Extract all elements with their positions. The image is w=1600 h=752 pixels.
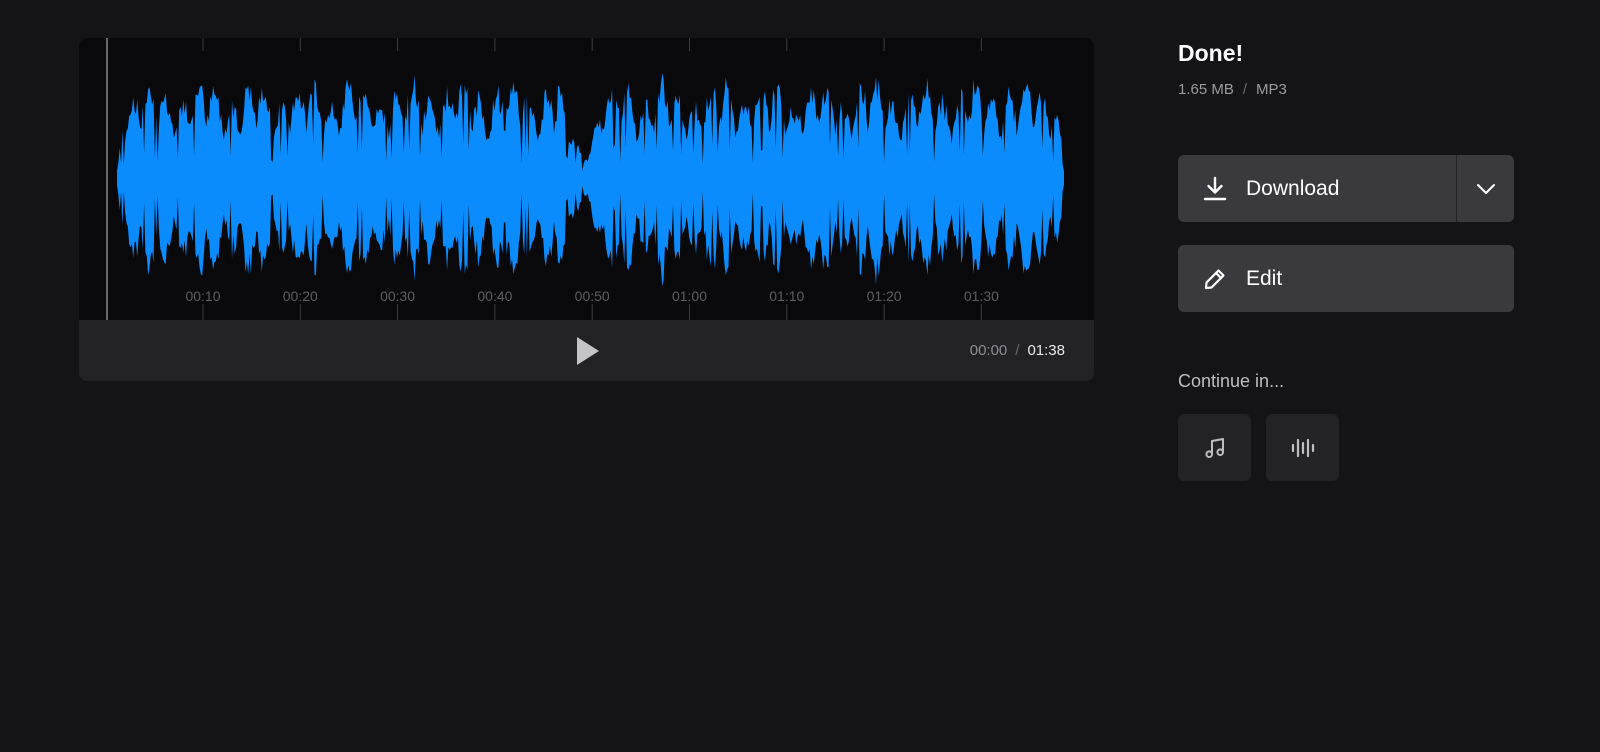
waveform-timeline[interactable]: 00:10 00:20 00:30 00:40 00:50 01:00 01:10 01:20… [79, 38, 1094, 320]
edit-label: Edit [1246, 266, 1283, 290]
current-time: 00:00 [969, 342, 1008, 359]
timeline-tick-label: 01:30 [964, 288, 999, 304]
file-format: MP3 [1256, 81, 1287, 98]
audio-player: 00:10 00:20 00:30 00:40 00:50 01:00 01:10 01:20… [79, 38, 1094, 381]
pencil-icon [1202, 266, 1228, 292]
timeline-tick-label: 00:40 [477, 288, 512, 304]
timeline-tick-label: 00:30 [380, 288, 415, 304]
time-separator: / [1015, 342, 1020, 359]
voice-waveform-icon [1291, 438, 1314, 457]
music-note-icon [1204, 437, 1224, 458]
timeline-tick-label: 01:20 [867, 288, 902, 304]
continue-in-label: Continue in... [1178, 371, 1285, 391]
edit-button[interactable]: Edit [1178, 245, 1514, 312]
file-meta: 1.65 MB / MP3 [1178, 81, 1287, 98]
timeline-tick-label: 00:10 [185, 288, 220, 304]
player-controls: 00:00 / 01:38 [79, 320, 1094, 381]
total-time: 01:38 [1027, 342, 1065, 359]
chevron-down-icon [1476, 183, 1495, 194]
waveform-shape [117, 73, 1064, 287]
download-icon [1202, 176, 1228, 202]
download-button-group: Download [1178, 155, 1514, 222]
play-button[interactable] [568, 332, 608, 370]
download-options-dropdown[interactable] [1457, 155, 1514, 222]
play-icon [577, 337, 599, 365]
time-readout: 00:00 / 01:38 [970, 342, 1065, 359]
meta-separator: / [1242, 81, 1248, 98]
continue-voice-tool-button[interactable] [1266, 414, 1339, 481]
timeline-tick-label: 00:20 [283, 288, 318, 304]
audio-result-page: 00:10 00:20 00:30 00:40 00:50 01:00 01:10 01:20… [0, 0, 1600, 752]
continue-music-tool-button[interactable] [1178, 414, 1251, 481]
result-title: Done! [1178, 40, 1244, 66]
timeline-tick-label: 01:00 [672, 288, 707, 304]
waveform[interactable]: 00:10 00:20 00:30 00:40 00:50 01:00 01:10 01:20… [79, 38, 1094, 320]
timeline-tick-label: 00:50 [575, 288, 610, 304]
download-button[interactable]: Download [1178, 155, 1456, 222]
download-label: Download [1246, 176, 1340, 200]
timeline-tick-label: 01:10 [769, 288, 804, 304]
file-size: 1.65 MB [1178, 81, 1234, 98]
